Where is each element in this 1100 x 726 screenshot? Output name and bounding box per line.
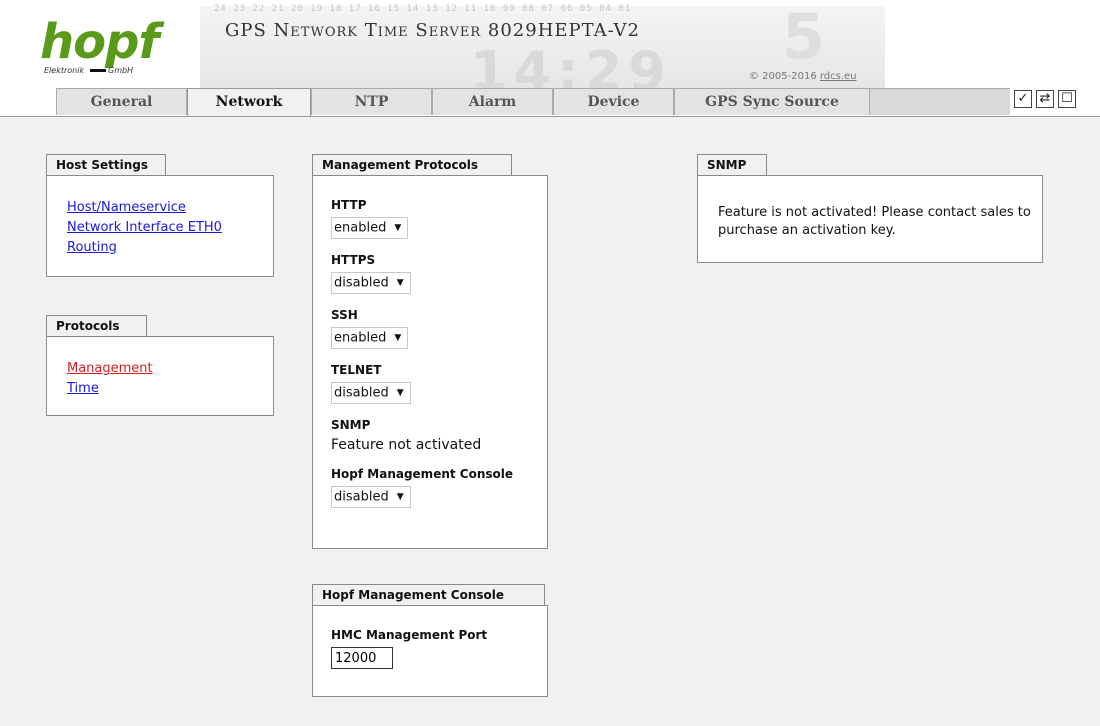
save-icon[interactable]: ☐ bbox=[1058, 90, 1076, 108]
checkmark-icon[interactable]: ✓ bbox=[1014, 90, 1032, 108]
protocols-title: Protocols bbox=[46, 315, 147, 337]
tab-bar-filler bbox=[870, 88, 1010, 115]
management-protocols-title: Management Protocols bbox=[312, 154, 512, 176]
product-title: GPS Network Time Server 8029HEPTA-V2 bbox=[225, 20, 640, 41]
logo-bar bbox=[90, 69, 106, 72]
http-value: enabled bbox=[334, 220, 387, 236]
chevron-down-icon: ▼ bbox=[396, 388, 404, 398]
page-header: 24 23 22 21 20 19 18 17 16 15 14 13 12 1… bbox=[0, 0, 1100, 103]
snmp-status-text: Feature not activated bbox=[331, 437, 482, 453]
content-area: Host Settings Host/Nameservice Network I… bbox=[0, 117, 1100, 726]
reload-icon[interactable]: ⇄ bbox=[1036, 90, 1054, 108]
logo-wordmark: hopf bbox=[40, 14, 159, 70]
tab-device[interactable]: Device bbox=[553, 88, 674, 115]
https-select[interactable]: disabled ▼ bbox=[331, 272, 411, 294]
management-protocols-panel: HTTP enabled ▼ HTTPS disabled ▼ SSH enable… bbox=[312, 175, 548, 549]
telnet-label: TELNET bbox=[331, 363, 382, 377]
ssh-label: SSH bbox=[331, 308, 358, 322]
link-time[interactable]: Time bbox=[67, 381, 153, 396]
tab-ntp[interactable]: NTP bbox=[311, 88, 432, 115]
hmc-panel-title: Hopf Management Console bbox=[312, 584, 545, 606]
link-routing[interactable]: Routing bbox=[67, 240, 222, 255]
snmp-panel: Feature is not activated! Please contact… bbox=[697, 175, 1043, 263]
host-settings-title: Host Settings bbox=[46, 154, 166, 176]
snmp-label: SNMP bbox=[331, 418, 371, 432]
http-label: HTTP bbox=[331, 198, 367, 212]
hmc-label: Hopf Management Console bbox=[331, 467, 514, 481]
header-digit-row: 24 23 22 21 20 19 18 17 16 15 14 13 12 1… bbox=[214, 4, 632, 14]
protocols-panel: Management Time bbox=[46, 336, 274, 416]
hmc-port-input[interactable] bbox=[331, 647, 393, 669]
tab-gps-sync-source[interactable]: GPS Sync Source bbox=[674, 88, 870, 115]
tab-alarm[interactable]: Alarm bbox=[432, 88, 553, 115]
ssh-select[interactable]: enabled ▼ bbox=[331, 327, 409, 349]
http-select[interactable]: enabled ▼ bbox=[331, 217, 409, 239]
hmc-value: disabled bbox=[334, 489, 389, 505]
tab-network[interactable]: Network bbox=[187, 88, 311, 117]
host-settings-panel: Host/Nameservice Network Interface ETH0 … bbox=[46, 175, 274, 277]
hmc-select[interactable]: disabled ▼ bbox=[331, 486, 411, 508]
snmp-panel-title: SNMP bbox=[697, 154, 767, 176]
link-network-interface-eth0[interactable]: Network Interface ETH0 bbox=[67, 220, 222, 235]
link-management[interactable]: Management bbox=[67, 361, 153, 376]
link-host-nameservice[interactable]: Host/Nameservice bbox=[67, 200, 222, 215]
chevron-down-icon: ▼ bbox=[394, 223, 402, 233]
logo-subtitle-right: GmbH bbox=[108, 66, 134, 75]
copyright-link[interactable]: rdcs.eu bbox=[820, 71, 857, 82]
https-value: disabled bbox=[334, 275, 389, 291]
ssh-value: enabled bbox=[334, 330, 387, 346]
https-label: HTTPS bbox=[331, 253, 376, 267]
telnet-value: disabled bbox=[334, 385, 389, 401]
hmc-panel: HMC Management Port bbox=[312, 605, 548, 697]
copyright: © 2005-2016 rdcs.eu bbox=[749, 71, 857, 82]
tab-general[interactable]: General bbox=[56, 88, 187, 115]
logo-subtitle-left: Elektronik bbox=[44, 66, 85, 75]
chevron-down-icon: ▼ bbox=[396, 492, 404, 502]
copyright-text: © 2005-2016 bbox=[749, 71, 820, 82]
chevron-down-icon: ▼ bbox=[396, 278, 404, 288]
header-background-digit: 5 bbox=[782, 0, 826, 73]
telnet-select[interactable]: disabled ▼ bbox=[331, 382, 411, 404]
chevron-down-icon: ▼ bbox=[394, 333, 402, 343]
hopf-logo: hopf Elektronik GmbH bbox=[40, 14, 170, 84]
main-tab-bar: General Network NTP Alarm Device GPS Syn… bbox=[0, 88, 1100, 117]
hmc-port-label: HMC Management Port bbox=[331, 628, 488, 642]
snmp-message: Feature is not activated! Please contact… bbox=[718, 205, 1031, 238]
